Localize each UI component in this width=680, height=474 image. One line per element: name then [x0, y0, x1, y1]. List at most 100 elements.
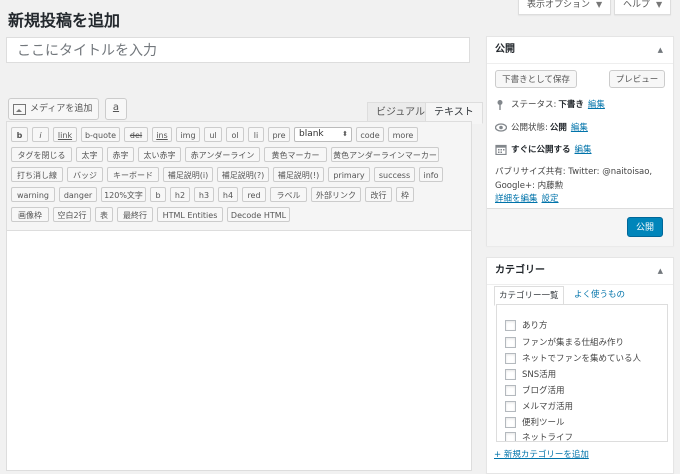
add-new-category-link[interactable]: + 新規カテゴリーを追加	[494, 448, 589, 460]
list-item[interactable]: ブログ活用	[505, 384, 565, 396]
category-box-header[interactable]: カテゴリー ▲	[487, 258, 673, 285]
preview-button[interactable]: プレビュー	[609, 70, 665, 88]
publicize-line-2: Google+: 内藤勲	[495, 181, 564, 191]
checkbox[interactable]	[505, 416, 516, 428]
publish-box-title: 公開	[495, 44, 515, 55]
qt-italic-button[interactable]: i	[32, 127, 49, 142]
help-button[interactable]: ヘルプ ▼	[614, 0, 672, 15]
qt-red-button[interactable]: 赤字	[107, 147, 134, 162]
post-title-input[interactable]: ここにタイトルを入力	[6, 37, 470, 63]
qt-img-button[interactable]: img	[176, 127, 200, 142]
qt-red-underline-button[interactable]: 赤アンダーライン	[185, 147, 260, 162]
checkbox[interactable]	[505, 431, 516, 441]
add-media-button[interactable]: メディアを追加	[8, 98, 100, 120]
qt-bold-jp-button[interactable]: 太字	[76, 147, 103, 162]
qt-keyboard-button[interactable]: キーボード	[107, 167, 159, 182]
list-item[interactable]: あり方	[505, 319, 548, 331]
qt-html-entities-button[interactable]: HTML Entities	[157, 207, 223, 222]
visibility-row: 公開状態: 公開 編集	[494, 121, 588, 133]
qt-note-i-button[interactable]: 補足説明(i)	[163, 167, 213, 182]
qt-badge-button[interactable]: バッジ	[67, 167, 103, 182]
screen-options-button[interactable]: 表示オプション ▼	[518, 0, 612, 15]
qt-pre-button[interactable]: pre	[268, 127, 290, 142]
edit-status-link[interactable]: 編集	[588, 98, 605, 110]
help-label: ヘルプ	[623, 0, 651, 10]
pin-icon	[495, 99, 507, 110]
qt-strike-button[interactable]: 打ち消し線	[11, 167, 63, 182]
checkbox[interactable]	[505, 352, 516, 364]
visibility-label: 公開状態:	[511, 123, 548, 133]
tab-all-categories[interactable]: カテゴリー一覧	[494, 286, 564, 306]
qt-note-q-button[interactable]: 補足説明(?)	[217, 167, 269, 182]
a-button[interactable]: a	[105, 98, 127, 120]
category-label: 便利ツール	[522, 418, 565, 428]
qt-link-button[interactable]: link	[53, 127, 77, 142]
qt-120-text-button[interactable]: 120%文字	[101, 187, 146, 202]
qt-yellow-marker-button[interactable]: 黄色マーカー	[264, 147, 327, 162]
qt-ol-button[interactable]: ol	[226, 127, 244, 142]
qt-blank-lines-button[interactable]: 空白2行	[53, 207, 91, 222]
edit-visibility-link[interactable]: 編集	[571, 121, 588, 133]
checkbox[interactable]	[505, 319, 516, 331]
qt-red-en-button[interactable]: red	[242, 187, 266, 202]
category-label: ブログ活用	[522, 386, 565, 396]
qt-decode-html-button[interactable]: Decode HTML	[227, 207, 290, 222]
qt-close-tags-button[interactable]: タグを閉じる	[11, 147, 72, 162]
category-label: あり方	[522, 321, 548, 331]
qt-code-button[interactable]: code	[356, 127, 384, 142]
caret-down-icon: ▼	[656, 0, 663, 9]
edit-schedule-link[interactable]: 編集	[575, 143, 592, 155]
publicize-line-1: パブリサイズ共有: Twitter: @naitoisao,	[495, 167, 653, 177]
list-item[interactable]: ファンが集まる仕組み作り	[505, 336, 624, 348]
publish-button[interactable]: 公開	[627, 217, 663, 237]
qt-external-link-button[interactable]: 外部リンク	[311, 187, 361, 202]
list-item[interactable]: ネットライフ	[505, 431, 573, 441]
checkbox[interactable]	[505, 400, 516, 412]
qt-yellow-underline-marker-button[interactable]: 黄色アンダーラインマーカー	[331, 147, 439, 162]
qt-ul-button[interactable]: ul	[204, 127, 222, 142]
qt-h3-button[interactable]: h3	[194, 187, 214, 202]
save-draft-button[interactable]: 下書きとして保存	[495, 70, 577, 88]
list-item[interactable]: メルマガ活用	[505, 400, 573, 412]
list-item[interactable]: 便利ツール	[505, 416, 565, 428]
list-item[interactable]: ネットでファンを集めている人	[505, 352, 641, 364]
qt-li-button[interactable]: li	[248, 127, 264, 142]
qt-bquote-button[interactable]: b-quote	[81, 127, 120, 142]
qt-ins-button[interactable]: ins	[152, 127, 172, 142]
checkbox[interactable]	[505, 368, 516, 380]
checkbox[interactable]	[505, 384, 516, 396]
qt-success-button[interactable]: success	[374, 167, 415, 182]
tab-popular-categories[interactable]: よく使うもの	[570, 286, 629, 304]
qt-info-button[interactable]: info	[419, 167, 443, 182]
publicize-settings-link[interactable]: 設定	[542, 192, 559, 204]
status-row: ステータス: 下書き 編集	[495, 98, 605, 110]
qt-h2-button[interactable]: h2	[170, 187, 190, 202]
qt-h4-button[interactable]: h4	[218, 187, 238, 202]
qt-b-button[interactable]: b	[150, 187, 166, 202]
qt-bold-red-button[interactable]: 太い赤字	[138, 147, 181, 162]
qt-last-line-button[interactable]: 最終行	[117, 207, 153, 222]
qt-del-button[interactable]: del	[124, 127, 148, 142]
publish-box-header[interactable]: 公開 ▲	[487, 37, 673, 64]
qt-primary-button[interactable]: primary	[328, 167, 370, 182]
qt-more-button[interactable]: more	[388, 127, 418, 142]
status-label: ステータス:	[511, 100, 557, 110]
qt-warning-button[interactable]: warning	[11, 187, 55, 202]
qt-label-button[interactable]: ラベル	[270, 187, 307, 202]
qt-table-button[interactable]: 表	[95, 207, 113, 222]
collapse-arrow-icon[interactable]: ▲	[658, 258, 663, 284]
qt-frame-button[interactable]: 枠	[396, 187, 414, 202]
publicize-links: 詳細を編集 設定	[495, 192, 559, 204]
qt-note-excl-button[interactable]: 補足説明(!)	[273, 167, 324, 182]
qt-image-frame-button[interactable]: 画像枠	[11, 207, 49, 222]
screen-options-label: 表示オプション	[527, 0, 591, 10]
qt-linebreak-button[interactable]: 改行	[365, 187, 392, 202]
collapse-arrow-icon[interactable]: ▲	[658, 37, 663, 63]
category-label: メルマガ活用	[522, 402, 574, 412]
qt-target-select[interactable]: blank ⬍	[294, 127, 352, 142]
list-item[interactable]: SNS活用	[505, 368, 556, 380]
publicize-edit-link[interactable]: 詳細を編集	[495, 192, 538, 204]
qt-danger-button[interactable]: danger	[59, 187, 97, 202]
checkbox[interactable]	[505, 336, 516, 348]
qt-bold-button[interactable]: b	[11, 127, 28, 142]
